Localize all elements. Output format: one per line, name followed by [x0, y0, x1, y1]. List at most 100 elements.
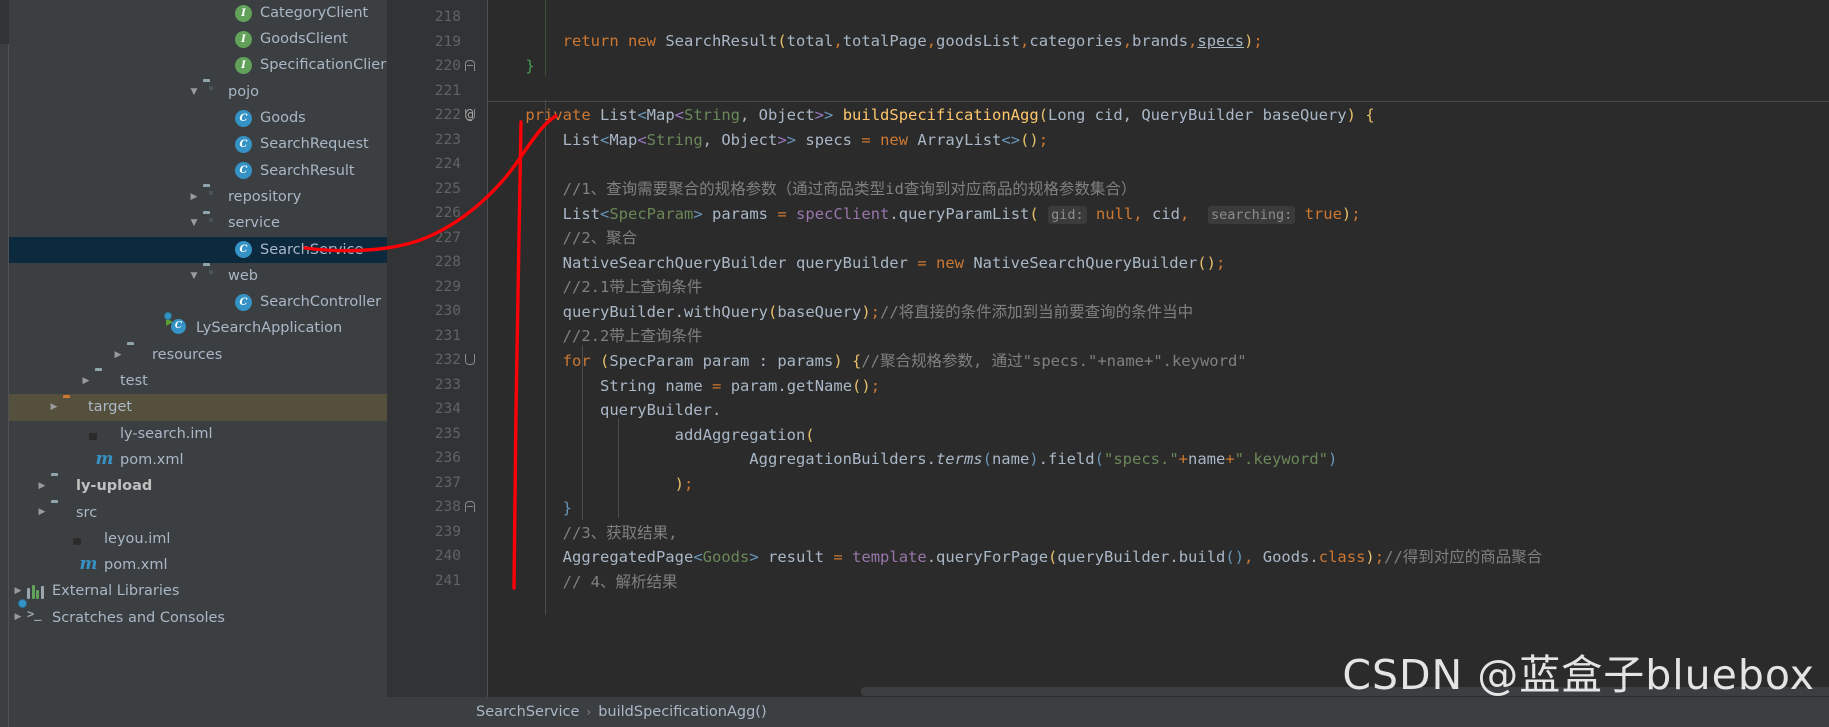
tree-item-web[interactable]: ▼ web	[9, 263, 387, 289]
chevron-down-icon[interactable]: ▼	[185, 219, 203, 228]
line-number: 239	[434, 523, 461, 540]
breadcrumb-method[interactable]: buildSpecificationAgg()	[598, 704, 766, 720]
code-line-223: List<Map<String, Object>> specs = new Ar…	[562, 131, 1049, 149]
tree-item-lysearchapplication[interactable]: C LySearchApplication	[9, 311, 387, 342]
spring-app-icon: C	[164, 311, 191, 339]
breadcrumb-class[interactable]: SearchService	[476, 704, 579, 720]
line-number: 225	[434, 180, 461, 197]
line-number: 241	[434, 572, 461, 589]
code-line-219: return new SearchResult(total,totalPage,…	[562, 32, 1263, 50]
line-number: 238	[434, 499, 461, 515]
line-number: 237	[434, 474, 461, 491]
tree-item-searchservice[interactable]: C SearchService	[9, 236, 387, 263]
code-text-area[interactable]: return new SearchResult(total,totalPage,…	[488, 0, 1829, 727]
code-editor[interactable]: 218 219 220 221 222 @223 224 225 226 227 228 229 230…	[387, 0, 1829, 727]
code-line-234: queryBuilder.	[599, 401, 722, 419]
code-line-240: AggregatedPage<Goods> result = template.…	[562, 548, 1543, 566]
tree-item-label: leyou.iml	[104, 530, 171, 547]
tree-item-categoryclient[interactable]: I CategoryClient	[9, 0, 387, 26]
tree-item-pom-xml[interactable]: m pom.xml	[9, 552, 387, 578]
code-line-235: addAggregation(	[674, 426, 815, 444]
external-libraries-icon	[27, 582, 47, 602]
line-number: 218	[434, 9, 461, 25]
folder-icon	[203, 266, 223, 286]
chevron-right-icon[interactable]: ▶	[9, 613, 27, 622]
chevron-down-icon[interactable]: ▼	[185, 87, 203, 97]
project-tree-panel[interactable]: I CategoryClient I GoodsClient I Specificatio…	[9, 0, 387, 727]
maven-icon: m	[79, 554, 98, 575]
code-line-236: AggregationBuilders.terms(name).field("s…	[749, 450, 1338, 468]
tree-item-searchcontroller[interactable]: C SearchController	[9, 289, 387, 315]
tree-item-test[interactable]: ▶ test	[9, 368, 387, 394]
tree-item-label: ly-search.iml	[120, 425, 213, 442]
maven-icon: m	[95, 449, 114, 470]
chevron-right-icon[interactable]: ▶	[33, 508, 51, 517]
code-line-229: //2.1带上查询条件	[562, 278, 703, 296]
module-folder-icon	[51, 476, 71, 496]
chevron-down-icon[interactable]: ▼	[185, 271, 203, 281]
breadcrumb[interactable]: SearchService › buildSpecificationAgg()	[387, 697, 1829, 727]
tree-item-target[interactable]: ▶ target	[9, 394, 387, 421]
code-line-222: private List<Map<String, Object>> buildS…	[525, 106, 1375, 124]
interface-icon: I	[235, 56, 255, 76]
iml-file-icon	[79, 529, 99, 549]
method-separator	[488, 101, 1829, 102]
tree-item-src[interactable]: ▶ src	[9, 500, 387, 526]
scratches-icon: >_	[18, 598, 47, 628]
tree-item-label: External Libraries	[52, 583, 180, 600]
tree-item-resources[interactable]: ▶ resources	[9, 342, 387, 368]
tree-item-label: SearchController	[260, 294, 382, 311]
tree-item-label: pojo	[228, 83, 259, 100]
chevron-right-icon[interactable]: ▶	[185, 192, 203, 202]
tree-item-repository[interactable]: ▶ repository	[9, 184, 387, 210]
tree-item-specificationclier[interactable]: I SpecificationClier	[9, 53, 387, 79]
tree-item-goods[interactable]: C Goods	[9, 105, 387, 131]
code-fold-open-icon[interactable]	[463, 352, 476, 368]
code-fold-close-icon[interactable]	[463, 58, 476, 74]
folder-icon	[203, 82, 223, 102]
chevron-right-icon[interactable]: ▶	[77, 376, 95, 386]
tree-item-label: pom.xml	[120, 451, 184, 468]
folder-plain-icon	[95, 371, 115, 391]
chevron-right-icon[interactable]: ▶	[45, 403, 63, 412]
tree-item-ly-search-iml[interactable]: ly-search.iml	[9, 421, 387, 447]
line-number: 223	[434, 131, 461, 148]
code-line-226: List<SpecParam> params = specClient.quer…	[562, 205, 1361, 224]
chevron-right-icon[interactable]: ▶	[33, 481, 51, 491]
editor-horizontal-scrollbar[interactable]	[861, 687, 1829, 696]
line-number: 236	[434, 450, 461, 466]
tree-item-leyou-iml[interactable]: leyou.iml	[9, 526, 387, 552]
tree-item-service[interactable]: ▼ service	[9, 210, 387, 236]
interface-icon: I	[235, 3, 255, 23]
tree-item-goodsclient[interactable]: I GoodsClient	[9, 26, 387, 52]
class-icon: C	[235, 292, 255, 312]
tree-item-label: SearchRequest	[260, 136, 369, 153]
chevron-right-icon[interactable]: ▶	[9, 587, 27, 596]
tree-item-searchrequest[interactable]: C SearchRequest	[9, 131, 387, 157]
tree-item-pojo[interactable]: ▼ pojo	[9, 79, 387, 105]
class-icon: C	[235, 135, 255, 155]
tree-item-label: repository	[228, 188, 302, 205]
tree-item-searchresult[interactable]: C SearchResult	[9, 158, 387, 184]
code-fold-open-icon[interactable]	[463, 107, 476, 123]
line-number: 235	[434, 425, 461, 442]
line-number: 232	[434, 352, 461, 368]
code-line-232: for (SpecParam param : params) {//聚合规格参数…	[562, 352, 1247, 370]
editor-gutter[interactable]: 218 219 220 221 222 @223 224 225 226 227 228 229 230…	[387, 0, 488, 727]
folder-icon	[203, 214, 223, 234]
tree-item-pom-xml[interactable]: m pom.xml	[9, 447, 387, 473]
tree-item-ly-upload[interactable]: ▶ ly-upload	[9, 473, 387, 499]
code-line-239: //3、获取结果,	[562, 524, 678, 542]
line-number: 222	[434, 107, 461, 123]
line-number: 231	[434, 327, 461, 344]
code-fold-close-icon[interactable]	[463, 499, 476, 515]
line-number: 226	[434, 205, 461, 221]
line-number: 220	[434, 58, 461, 74]
tree-item-external-libraries[interactable]: ▶ External Libraries	[9, 579, 387, 605]
tree-item-label: ly-upload	[76, 478, 153, 495]
tree-item-scratches-and-consoles[interactable]: ▶ >_ Scratches and Consoles	[9, 598, 387, 631]
line-number: 234	[434, 401, 461, 417]
tree-item-label: web	[228, 267, 258, 284]
chevron-right-icon[interactable]: ▶	[109, 350, 127, 360]
line-number: 240	[434, 548, 461, 564]
